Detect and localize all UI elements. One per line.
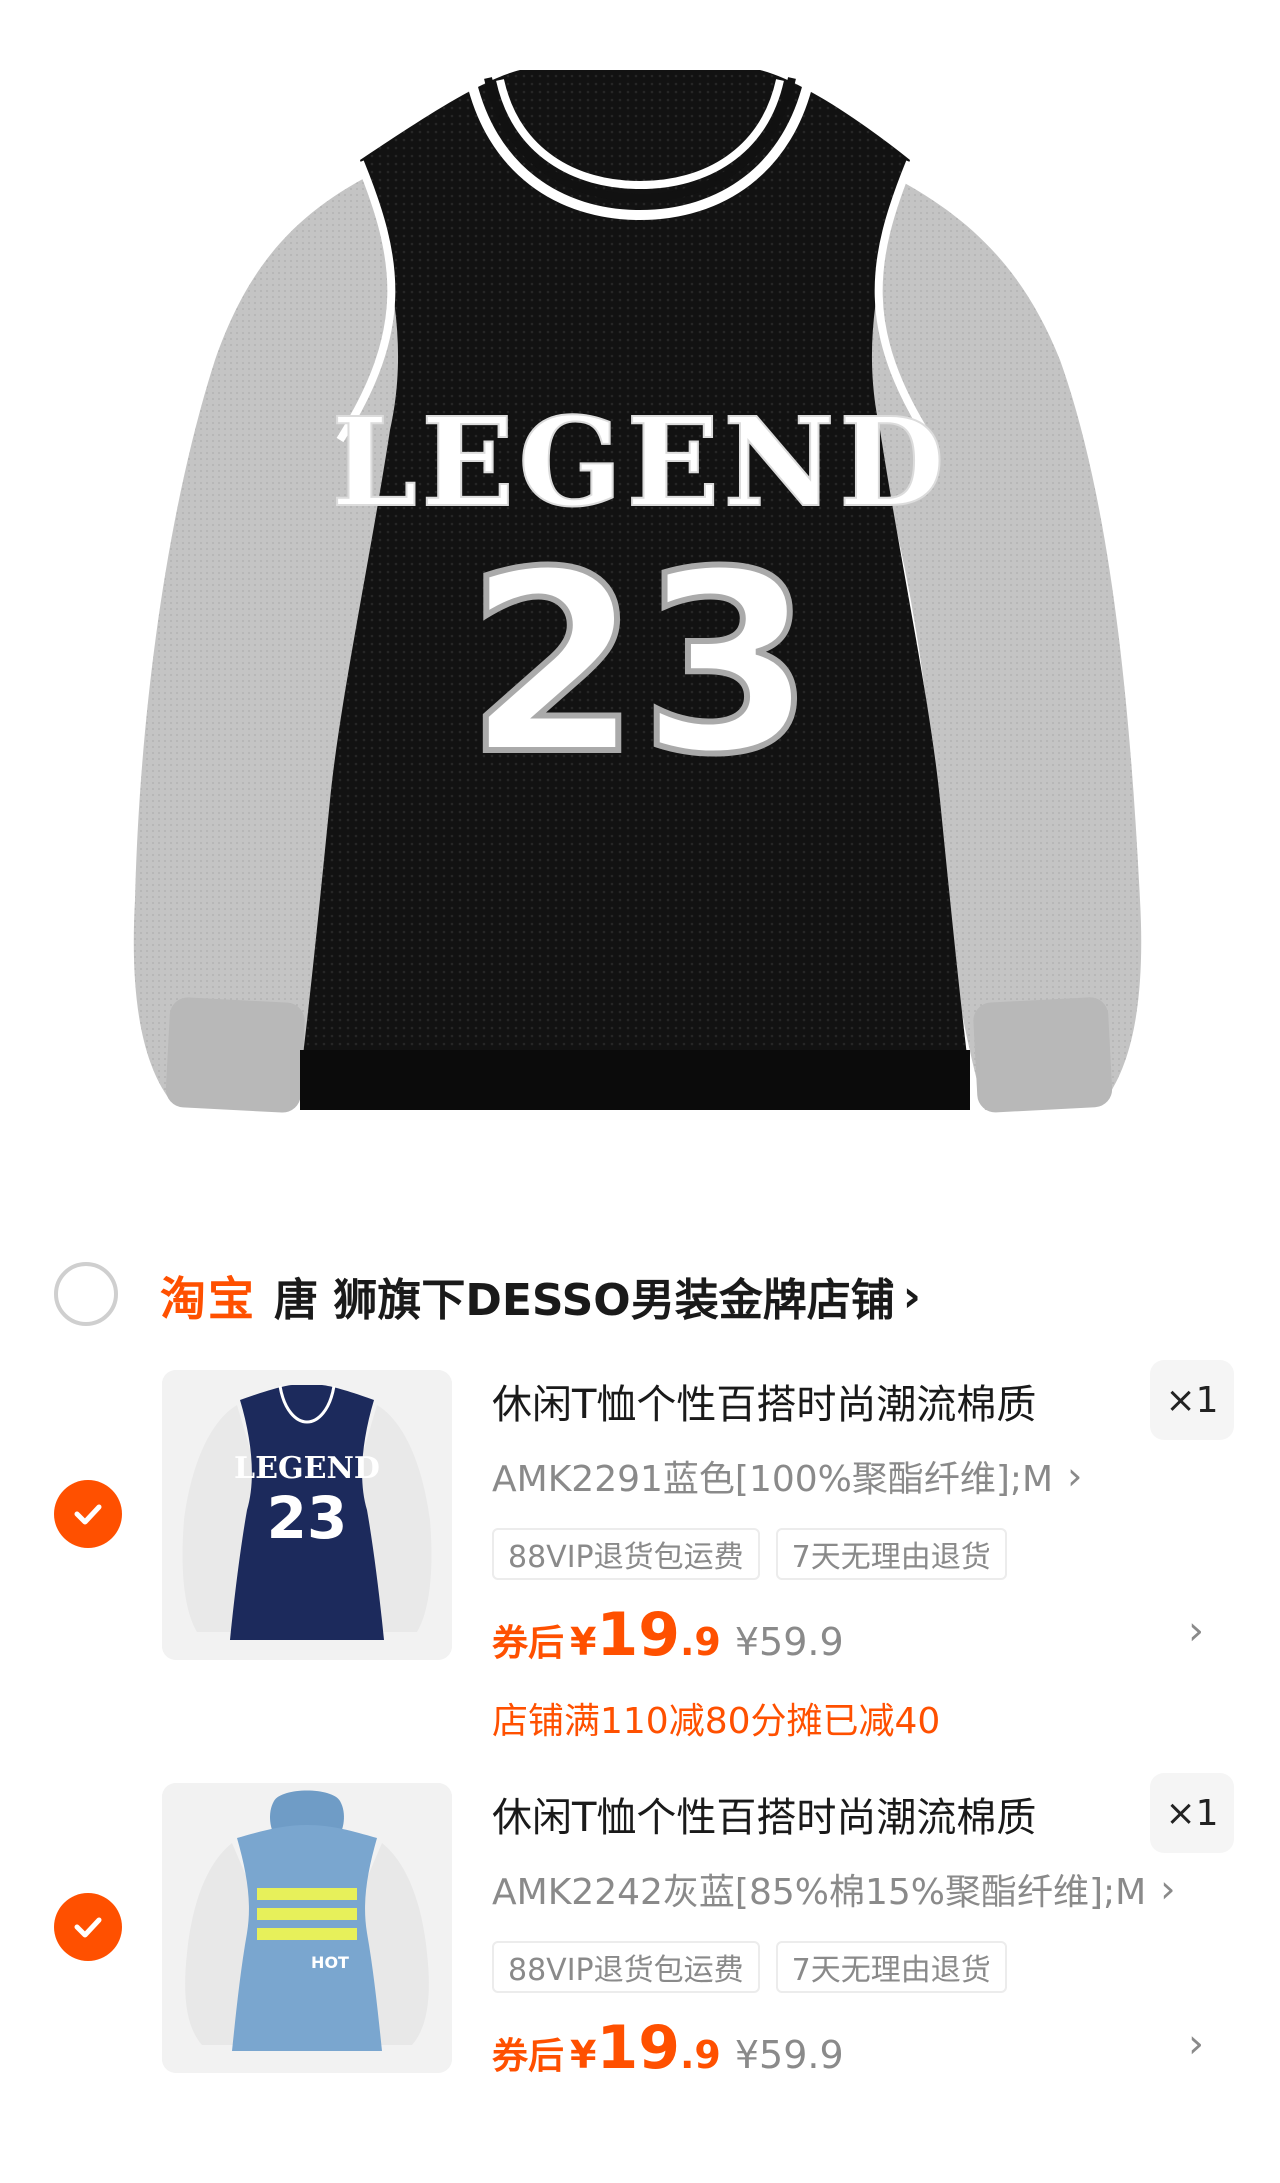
quantity-badge[interactable]: ×1	[1150, 1773, 1234, 1853]
price-row: 券后 ¥ 19 .9 ¥59.9	[492, 1600, 844, 1680]
coupon-label: 券后	[492, 1623, 565, 1664]
sku-text: AMK2291蓝色[100%聚酯纤维];M	[492, 1459, 1054, 1500]
shop-name[interactable]: 唐 狮旗下DESSO男装金牌店铺	[274, 1264, 895, 1328]
product-hero-image[interactable]: LEGEND 23	[0, 0, 1280, 1230]
price-decimal: .9	[679, 2033, 721, 2077]
price-row: 券后 ¥ 19 .9 ¥59.9	[492, 2013, 844, 2093]
item-title[interactable]: 休闲T恤个性百搭时尚潮流棉质	[492, 1785, 1036, 1843]
jersey-sweatshirt-illustration: LEGEND 23	[133, 70, 1142, 1113]
chevron-right-icon: ›	[1067, 1454, 1083, 1498]
tag-88vip: 88VIP退货包运费	[492, 1528, 760, 1580]
price-symbol: ¥	[570, 1620, 597, 1664]
tag-88vip: 88VIP退货包运费	[492, 1941, 760, 1993]
tag-7day-return: 7天无理由退货	[775, 1941, 1007, 1993]
chevron-right-icon[interactable]: ›	[1188, 1608, 1204, 1654]
chevron-right-icon: ›	[1160, 1867, 1176, 1911]
navy-jersey-image: LEGEND 23	[162, 1370, 452, 1660]
price-integer: 19	[596, 1600, 680, 1670]
sku-selector[interactable]: AMK2291蓝色[100%聚酯纤维];M ›	[492, 1448, 1082, 1504]
tag-7day-return: 7天无理由退货	[775, 1528, 1007, 1580]
taobao-logo: 淘宝	[160, 1272, 256, 1326]
quantity-badge[interactable]: ×1	[1150, 1360, 1234, 1440]
item-title[interactable]: 休闲T恤个性百搭时尚潮流棉质	[492, 1372, 1036, 1430]
price-symbol: ¥	[570, 2033, 597, 2077]
original-price: ¥59.9	[734, 2033, 844, 2077]
original-price: ¥59.9	[734, 1620, 844, 1664]
sku-text: AMK2242灰蓝[85%棉15%聚酯纤维];M	[492, 1872, 1147, 1913]
shop-select-radio[interactable]	[54, 1262, 118, 1326]
checkmark-icon	[74, 1504, 102, 1525]
thumb-jersey-number: 23	[267, 1484, 348, 1552]
thumb-hoodie-text: HOT	[311, 1953, 349, 1972]
shop-title[interactable]: 淘宝 唐 狮旗下DESSO男装金牌店铺 ›	[160, 1264, 921, 1328]
shop-header[interactable]: 淘宝 唐 狮旗下DESSO男装金牌店铺 ›	[0, 1248, 1280, 1344]
service-tags: 88VIP退货包运费 7天无理由退货	[492, 1941, 1007, 1993]
thumb-jersey-text: LEGEND	[234, 1451, 380, 1486]
product-thumbnail[interactable]: LEGEND 23	[162, 1370, 452, 1660]
service-tags: 88VIP退货包运费 7天无理由退货	[492, 1528, 1007, 1580]
checkmark-icon	[74, 1917, 102, 1938]
sku-selector[interactable]: AMK2242灰蓝[85%棉15%聚酯纤维];M ›	[492, 1861, 1175, 1917]
item-select-checkbox[interactable]	[54, 1893, 122, 1961]
coupon-label: 券后	[492, 2036, 565, 2077]
jersey-number: 23	[466, 518, 814, 809]
cart-item: HOT 休闲T恤个性百搭时尚潮流棉质 ×1 AMK2242灰蓝[85%棉15%聚…	[0, 1773, 1280, 2183]
price-decimal: .9	[679, 1620, 721, 1664]
item-select-checkbox[interactable]	[54, 1480, 122, 1548]
chevron-right-icon: ›	[902, 1270, 921, 1322]
cart-item: LEGEND 23 休闲T恤个性百搭时尚潮流棉质 ×1 AMK2291蓝色[10…	[0, 1360, 1280, 1770]
jersey-text: LEGEND	[331, 390, 948, 534]
product-thumbnail[interactable]: HOT	[162, 1783, 452, 2073]
blue-hoodie-image: HOT	[162, 1783, 452, 2073]
chevron-right-icon[interactable]: ›	[1188, 2021, 1204, 2067]
price-integer: 19	[596, 2013, 680, 2083]
promo-text: 店铺满110减80分摊已减40	[492, 1701, 941, 1742]
